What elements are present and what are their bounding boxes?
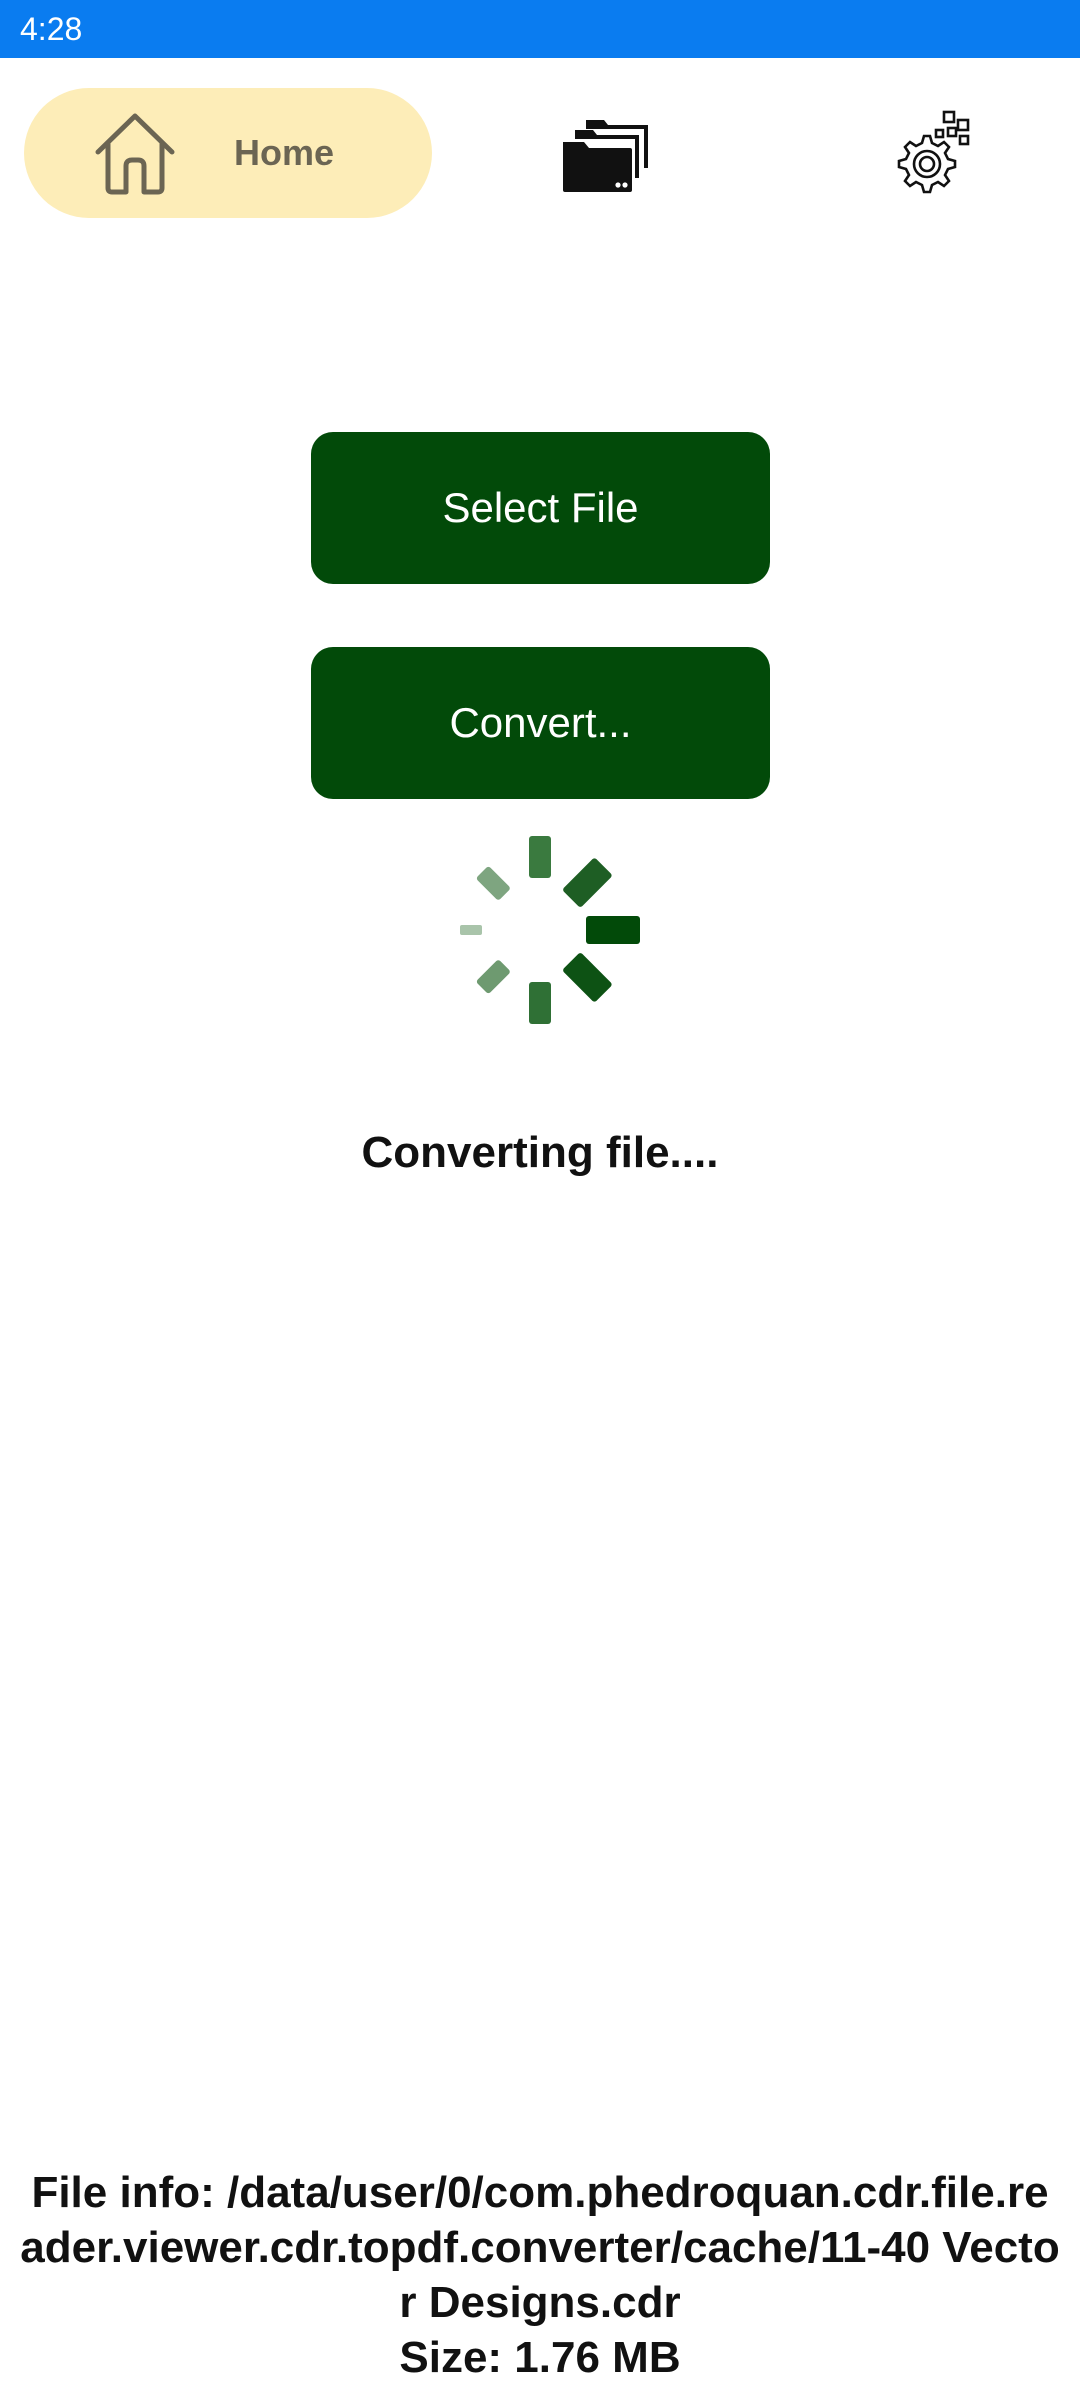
select-file-button[interactable]: Select File (311, 432, 770, 584)
spinner-segment (460, 925, 482, 935)
top-navigation: Home (0, 58, 1080, 248)
app-screen: 4:28 Home Select File Convert... Convert… (0, 0, 1080, 2408)
file-size-text: Size: 1.76 MB (399, 2333, 681, 2382)
nav-home-tab[interactable]: Home (24, 88, 432, 218)
conversion-status-text: Converting file.... (361, 1128, 719, 1177)
status-time: 4:28 (20, 11, 83, 47)
stacked-folders-icon[interactable] (560, 114, 650, 194)
spinner-segment (476, 960, 510, 994)
spinner-segment (476, 866, 510, 900)
nav-home-label: Home (234, 132, 335, 173)
house-outline-icon (95, 113, 175, 195)
gear-settings-icon[interactable] (888, 108, 974, 198)
spinner-segment (529, 982, 551, 1024)
file-info-text: File info: /data/user/0/com.phedroquan.c… (20, 2168, 1060, 2327)
convert-button[interactable]: Convert... (311, 647, 770, 799)
spinner-segment (563, 953, 612, 1002)
spinner-segment (563, 858, 612, 907)
status-bar: 4:28 (0, 0, 1080, 58)
spinner-segment (529, 836, 551, 878)
loading-spinner-icon (460, 836, 640, 1024)
spinner-segment (586, 916, 640, 944)
